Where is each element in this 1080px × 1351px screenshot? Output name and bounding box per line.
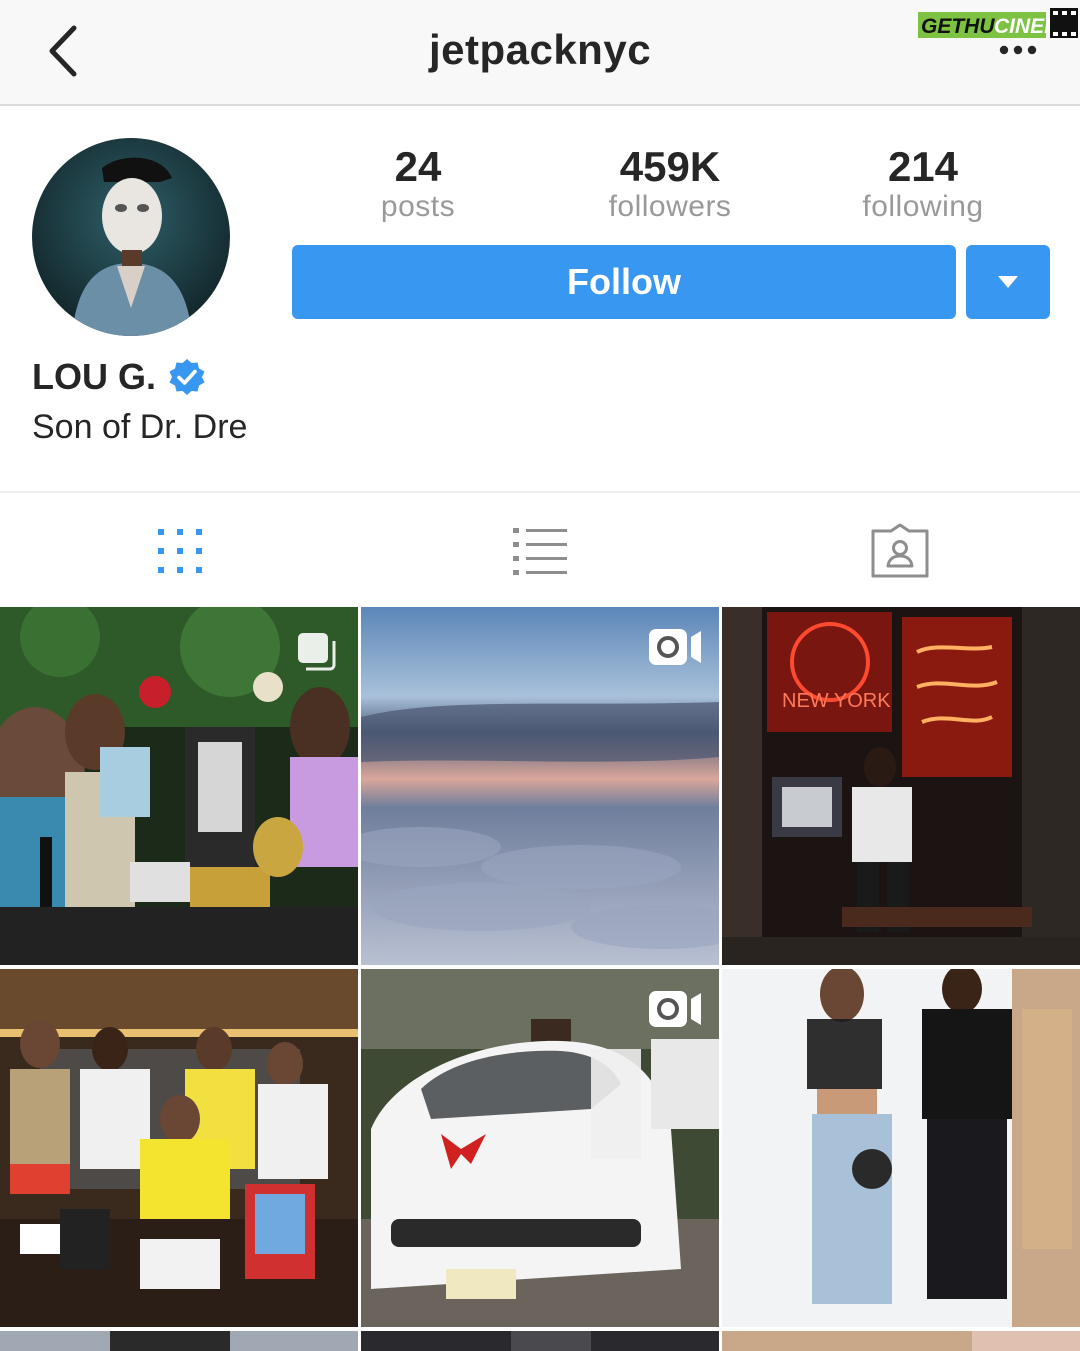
post-thumbnail[interactable] (361, 969, 719, 1327)
verified-badge-icon (169, 359, 205, 395)
post-thumbnail[interactable] (0, 969, 358, 1327)
following-count-label: following (862, 190, 984, 223)
list-icon (513, 528, 567, 575)
followers-count[interactable]: 459K followers (570, 144, 770, 224)
display-name-text: LOU G. (32, 356, 156, 397)
watermark-logo: GETHU CINEMA (918, 8, 1078, 38)
follow-button[interactable]: Follow (292, 245, 956, 319)
display-name: LOU G. (32, 356, 206, 398)
tab-grid-view[interactable] (0, 493, 360, 609)
svg-text:GETHU: GETHU (921, 15, 995, 38)
post-thumbnail[interactable]: NEW YORK (722, 607, 1080, 965)
following-count[interactable]: 214 following (823, 144, 1023, 224)
following-count-value: 214 (887, 143, 959, 190)
suggested-accounts-button[interactable] (966, 245, 1050, 319)
post-thumbnail[interactable] (0, 1331, 358, 1351)
video-camera-icon (649, 991, 701, 1027)
posts-count[interactable]: 24 posts (318, 144, 518, 224)
tagged-icon (871, 523, 929, 578)
followers-count-label: followers (608, 190, 732, 223)
posts-count-value: 24 (394, 143, 442, 190)
post-thumbnail[interactable] (0, 607, 358, 965)
svg-text:NEW YORK: NEW YORK (782, 690, 891, 712)
grid-icon (158, 529, 202, 573)
post-thumbnail[interactable] (361, 607, 719, 965)
top-bar: jetpacknyc GETHU CINEMA (0, 0, 1080, 106)
profile-avatar[interactable] (32, 138, 230, 336)
profile-tab-bar (0, 491, 1080, 607)
profile-bio: Son of Dr. Dre (32, 408, 248, 446)
post-thumbnail[interactable] (722, 969, 1080, 1327)
tab-tagged-photos[interactable] (720, 493, 1080, 609)
posts-count-label: posts (380, 190, 456, 223)
video-camera-icon (649, 629, 701, 665)
followers-count-value: 459K (619, 143, 721, 190)
tab-list-view[interactable] (360, 493, 720, 609)
caret-down-icon (998, 276, 1018, 288)
carousel-icon (298, 633, 336, 671)
post-thumbnail[interactable] (361, 1331, 719, 1351)
post-thumbnail[interactable] (722, 1331, 1080, 1351)
